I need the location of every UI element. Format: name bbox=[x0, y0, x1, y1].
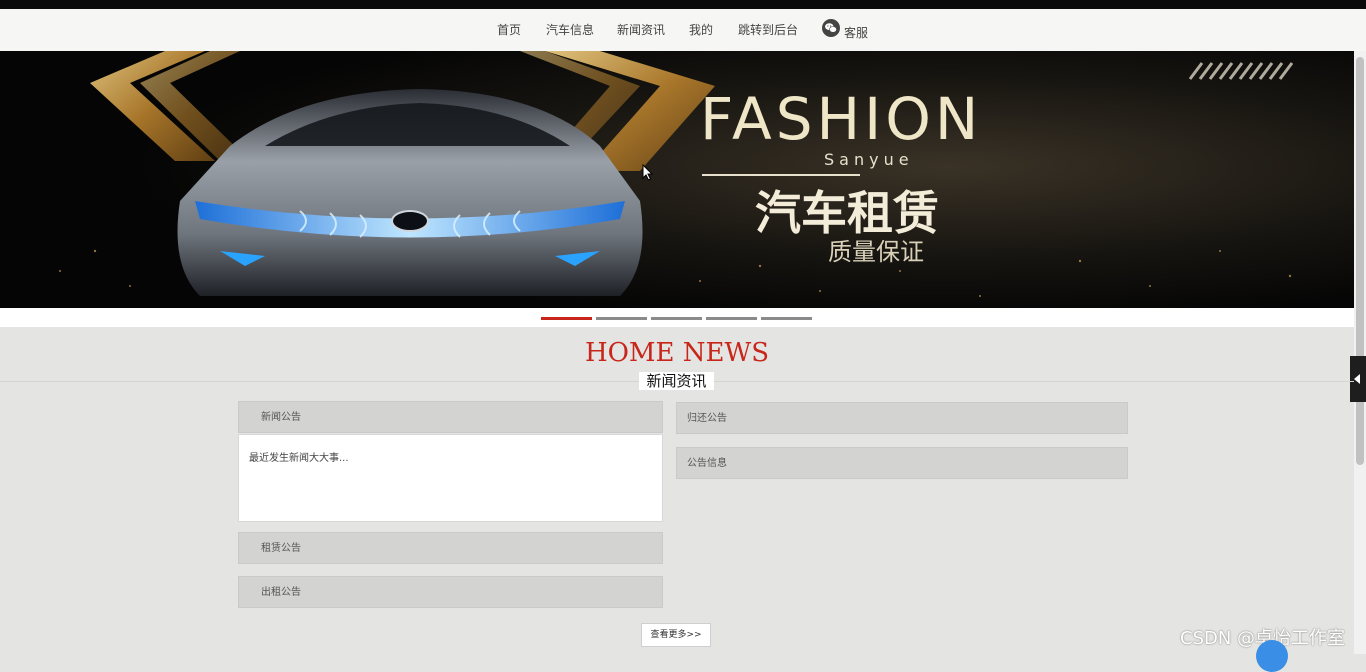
banner-subline: Sanyue bbox=[824, 150, 914, 169]
section-title: HOME NEWS bbox=[584, 338, 770, 368]
panel-lease-notice[interactable]: 出租公告 bbox=[238, 576, 663, 608]
hero-banner[interactable]: FASHION Sanyue 汽车租赁 质量保证 bbox=[0, 51, 1354, 308]
panel-news-notice[interactable]: 新闻公告 bbox=[238, 401, 663, 433]
carousel-dot-3[interactable] bbox=[651, 317, 702, 320]
panel-return-notice[interactable]: 归还公告 bbox=[676, 402, 1128, 434]
panel-news-notice-body: 最近发生新闻大大事... bbox=[238, 434, 663, 522]
top-black-bar bbox=[0, 0, 1366, 9]
carousel-dot-5[interactable] bbox=[761, 317, 812, 320]
carousel-dot-1[interactable] bbox=[541, 317, 592, 320]
arrow-left-icon bbox=[1354, 374, 1360, 384]
panel-label: 公告信息 bbox=[687, 458, 727, 469]
panel-rental-notice[interactable]: 租赁公告 bbox=[238, 532, 663, 564]
nav-item-admin[interactable]: 跳转到后台 bbox=[738, 21, 798, 38]
panel-label: 出租公告 bbox=[261, 587, 301, 598]
floating-action-button[interactable] bbox=[1256, 640, 1288, 672]
page-scrollbar[interactable] bbox=[1354, 51, 1366, 654]
scrollbar-thumb[interactable] bbox=[1356, 57, 1364, 465]
panel-label: 归还公告 bbox=[687, 413, 727, 424]
section-subtitle: 新闻资讯 bbox=[639, 372, 714, 390]
banner-headline: FASHION bbox=[700, 85, 982, 153]
banner-image: FASHION Sanyue 汽车租赁 质量保证 bbox=[0, 51, 1354, 308]
nav-item-mine[interactable]: 我的 bbox=[689, 21, 713, 38]
carousel-indicators bbox=[0, 308, 1354, 327]
nav-item-service[interactable]: 客服 bbox=[844, 24, 868, 41]
nav-item-car-info[interactable]: 汽车信息 bbox=[546, 21, 594, 38]
view-more-button[interactable]: 查看更多>> bbox=[641, 623, 711, 647]
carousel-dot-4[interactable] bbox=[706, 317, 757, 320]
panel-announcement-info[interactable]: 公告信息 bbox=[676, 447, 1128, 479]
carousel-dot-2[interactable] bbox=[596, 317, 647, 320]
panel-label: 新闻公告 bbox=[261, 412, 301, 423]
news-excerpt[interactable]: 最近发生新闻大大事... bbox=[249, 453, 349, 464]
top-navigation: 首页 汽车信息 新闻资讯 我的 跳转到后台 客服 bbox=[0, 9, 1366, 52]
banner-tagline: 质量保证 bbox=[828, 238, 924, 266]
panel-label: 租赁公告 bbox=[261, 543, 301, 554]
wechat-icon[interactable] bbox=[822, 19, 840, 37]
nav-item-news[interactable]: 新闻资讯 bbox=[617, 21, 665, 38]
banner-title: 汽车租赁 bbox=[755, 186, 939, 240]
mouse-cursor-icon bbox=[642, 164, 654, 181]
nav-item-home[interactable]: 首页 bbox=[497, 21, 521, 38]
